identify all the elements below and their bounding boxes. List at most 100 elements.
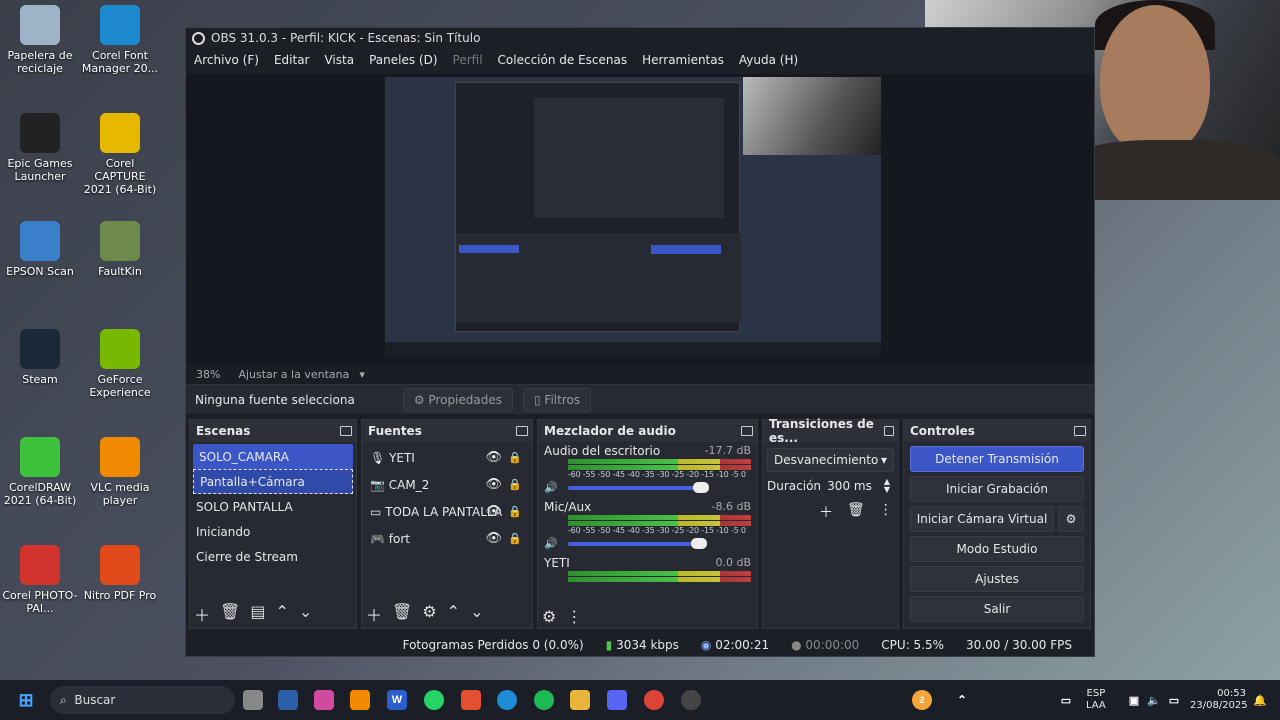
down-icon[interactable]: ⌄ bbox=[470, 602, 483, 626]
add-icon[interactable]: ＋ bbox=[194, 602, 210, 626]
geforce-shortcut[interactable]: GeForce Experience bbox=[80, 329, 160, 399]
add-icon[interactable]: ＋ bbox=[819, 502, 833, 522]
corel-photo-paint-shortcut[interactable]: Corel PHOTO-PAI... bbox=[0, 545, 80, 615]
up-icon[interactable]: ⌃ bbox=[275, 602, 288, 626]
coreldraw-shortcut[interactable]: CorelDRAW 2021 (64-Bit) bbox=[0, 437, 80, 507]
menu-editar[interactable]: Editar bbox=[274, 53, 310, 67]
stepper-icon[interactable]: ▲ ▼ bbox=[884, 478, 890, 494]
battery-icon[interactable]: ▭ bbox=[1164, 690, 1184, 710]
eye-icon[interactable]: 👁 bbox=[485, 504, 502, 519]
preview-area[interactable] bbox=[186, 74, 1094, 364]
undock-icon[interactable] bbox=[741, 426, 753, 436]
faultkin-shortcut[interactable]: FaultKin bbox=[80, 221, 160, 278]
epson-scan-shortcut[interactable]: EPSON Scan bbox=[0, 221, 80, 278]
eye-icon[interactable]: 👁 bbox=[485, 531, 502, 546]
copilot-icon[interactable] bbox=[314, 690, 334, 710]
windows-start-icon[interactable]: ⊞ bbox=[16, 690, 36, 710]
more-icon[interactable]: ⋮ bbox=[879, 502, 893, 522]
corel-capture-shortcut[interactable]: Corel CAPTURE 2021 (64-Bit) bbox=[80, 113, 160, 196]
menu-herramientas[interactable]: Herramientas bbox=[642, 53, 724, 67]
tray-icon[interactable]: ▭ bbox=[1056, 690, 1076, 710]
trash-icon[interactable]: 🗑 bbox=[392, 602, 412, 626]
nitro-pdf-shortcut[interactable]: Nitro PDF Pro bbox=[80, 545, 160, 602]
vlc-taskbar-icon[interactable] bbox=[350, 690, 370, 710]
source-item[interactable]: ▭ TODA LA PANTALLA 👁 🔒 bbox=[362, 498, 532, 525]
clock[interactable]: 00:53 23/08/2025 bbox=[1190, 688, 1248, 712]
trash-icon[interactable]: 🗑 bbox=[220, 602, 240, 626]
taskbar-search[interactable]: ⌕ Buscar bbox=[50, 686, 235, 714]
fit-label[interactable]: Ajustar a la ventana bbox=[238, 368, 349, 381]
lock-icon[interactable]: 🔒 bbox=[508, 451, 522, 464]
add-icon[interactable]: ＋ bbox=[366, 602, 382, 626]
fit-dropdown-icon[interactable]: ▾ bbox=[359, 368, 365, 381]
lock-icon[interactable]: 🔒 bbox=[508, 532, 522, 545]
recycle-bin-shortcut[interactable]: Papelera de reciclaje bbox=[0, 5, 80, 75]
volume-slider[interactable] bbox=[568, 481, 709, 493]
lock-icon[interactable]: 🔒 bbox=[508, 478, 522, 491]
undock-icon[interactable] bbox=[1074, 426, 1086, 436]
speaker-icon[interactable]: 🔊 bbox=[544, 537, 562, 550]
word-icon[interactable]: W bbox=[387, 690, 407, 710]
task-view-icon[interactable] bbox=[243, 690, 263, 710]
duration-input[interactable]: 300 ms ▲ ▼ bbox=[823, 478, 894, 494]
discord-icon[interactable] bbox=[607, 690, 627, 710]
menu-ayuda[interactable]: Ayuda (H) bbox=[739, 53, 798, 67]
edge-icon[interactable] bbox=[497, 690, 517, 710]
menu-coleccion[interactable]: Colección de Escenas bbox=[498, 53, 628, 67]
undock-icon[interactable] bbox=[883, 426, 894, 436]
properties-button[interactable]: ⚙ Propiedades bbox=[402, 387, 513, 412]
transition-select[interactable]: Desvanecimiento ▾ bbox=[767, 448, 894, 472]
chevron-up-icon[interactable]: ⌃ bbox=[952, 690, 972, 710]
slider-knob[interactable] bbox=[691, 537, 707, 549]
notification-badge[interactable]: 2 bbox=[912, 690, 932, 710]
preview-canvas[interactable] bbox=[385, 77, 881, 357]
gear-icon[interactable]: ⚙ bbox=[422, 602, 436, 626]
menu-archivo[interactable]: Archivo (F) bbox=[194, 53, 259, 67]
down-icon[interactable]: ⌄ bbox=[299, 602, 312, 626]
menu-perfil[interactable]: Perfil bbox=[453, 53, 483, 67]
volume-slider[interactable] bbox=[568, 537, 707, 549]
scene-item[interactable]: Pantalla+Cámara bbox=[193, 469, 353, 494]
undock-icon[interactable] bbox=[340, 426, 352, 436]
settings-button[interactable]: Ajustes bbox=[910, 566, 1084, 592]
filters-button[interactable]: ▯ Filtros bbox=[523, 387, 592, 412]
virtual-camera-settings-icon[interactable]: ⚙ bbox=[1058, 506, 1084, 532]
vlc-shortcut[interactable]: VLC media player bbox=[80, 437, 160, 507]
obs-titlebar[interactable]: OBS 31.0.3 - Perfil: KICK - Escenas: Sin… bbox=[186, 28, 1094, 48]
epic-games-shortcut[interactable]: Epic Games Launcher bbox=[0, 113, 80, 183]
obs-taskbar-icon[interactable] bbox=[681, 690, 701, 710]
start-recording-button[interactable]: Iniciar Grabación bbox=[910, 476, 1084, 502]
slider-knob[interactable] bbox=[693, 481, 709, 493]
virtual-camera-button[interactable]: Iniciar Cámara Virtual bbox=[910, 506, 1054, 532]
up-icon[interactable]: ⌃ bbox=[447, 602, 460, 626]
trash-icon[interactable]: 🗑 bbox=[847, 502, 865, 522]
scene-item[interactable]: Cierre de Stream bbox=[190, 544, 356, 569]
more-icon[interactable]: ⋮ bbox=[566, 607, 582, 626]
menu-vista[interactable]: Vista bbox=[324, 53, 354, 67]
whatsapp-icon[interactable] bbox=[424, 690, 444, 710]
lock-icon[interactable]: 🔒 bbox=[508, 505, 522, 518]
undock-icon[interactable] bbox=[516, 426, 528, 436]
file-explorer-icon[interactable] bbox=[570, 690, 590, 710]
stop-stream-button[interactable]: Detener Transmisión bbox=[910, 446, 1084, 472]
eye-icon[interactable]: 👁 bbox=[485, 450, 502, 465]
scene-item[interactable]: Iniciando bbox=[190, 519, 356, 544]
source-item[interactable]: 🎮 fort 👁 🔒 bbox=[362, 525, 532, 552]
chrome-icon[interactable] bbox=[644, 690, 664, 710]
speaker-icon[interactable]: 🔊 bbox=[544, 481, 562, 494]
language-indicator[interactable]: ESP LAA bbox=[1086, 688, 1106, 712]
brave-icon[interactable] bbox=[461, 690, 481, 710]
steam-shortcut[interactable]: Steam bbox=[0, 329, 80, 386]
menu-paneles[interactable]: Paneles (D) bbox=[369, 53, 437, 67]
source-item[interactable]: 📷 CAM_2 👁 🔒 bbox=[362, 471, 532, 498]
gear-icon[interactable]: ⚙ bbox=[542, 607, 556, 626]
network-icon[interactable]: ▣ bbox=[1124, 690, 1144, 710]
corel-font-manager-shortcut[interactable]: Corel Font Manager 20... bbox=[80, 5, 160, 75]
volume-icon[interactable]: 🔈 bbox=[1144, 690, 1164, 710]
studio-mode-button[interactable]: Modo Estudio bbox=[910, 536, 1084, 562]
notifications-icon[interactable]: 🔔 bbox=[1250, 690, 1270, 710]
scene-item[interactable]: SOLO PANTALLA bbox=[190, 494, 356, 519]
spotify-icon[interactable] bbox=[534, 690, 554, 710]
source-item[interactable]: 🎙 YETI 👁 🔒 bbox=[362, 444, 532, 471]
exit-button[interactable]: Salir bbox=[910, 596, 1084, 622]
